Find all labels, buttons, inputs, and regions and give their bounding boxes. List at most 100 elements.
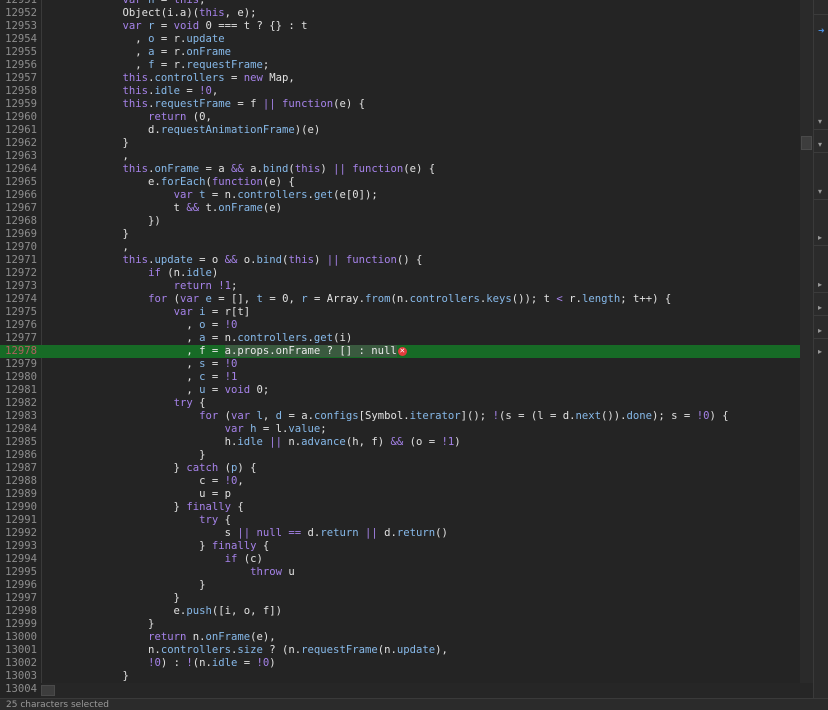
code-line[interactable]: 12993 } finally { — [0, 540, 813, 553]
code-line[interactable]: 12965 e.forEach(function(e) { — [0, 176, 813, 189]
code-line[interactable]: 12975 var i = r[t] — [0, 306, 813, 319]
code-line[interactable]: 12957 this.controllers = new Map, — [0, 72, 813, 85]
code-text[interactable]: this.controllers = new Map, — [46, 72, 295, 85]
code-text[interactable]: , a = n.controllers.get(i) — [46, 332, 352, 345]
code-line[interactable]: 12991 try { — [0, 514, 813, 527]
line-number[interactable]: 13003 — [0, 670, 37, 683]
code-line[interactable]: 12966 var t = n.controllers.get(e[0]); — [0, 189, 813, 202]
chevron-right-icon[interactable]: ▸ — [818, 303, 822, 313]
code-text[interactable]: try { — [46, 397, 206, 410]
code-text[interactable]: , a = r.onFrame — [46, 46, 231, 59]
code-text[interactable]: s || null == d.return || d.return() — [46, 527, 448, 540]
line-number[interactable]: 12978 — [0, 345, 37, 358]
code-text[interactable]: } — [46, 579, 205, 592]
line-number[interactable]: 12956 — [0, 59, 37, 72]
code-line[interactable]: 12992 s || null == d.return || d.return(… — [0, 527, 813, 540]
code-text[interactable]: throw u — [46, 566, 295, 579]
code-text[interactable]: for (var l, d = a.configs[Symbol.iterato… — [46, 410, 729, 423]
code-line[interactable]: 12961 d.requestAnimationFrame)(e) — [0, 124, 813, 137]
code-line[interactable]: 12952 Object(i.a)(this, e); — [0, 7, 813, 20]
code-line[interactable]: 12995 throw u — [0, 566, 813, 579]
chevron-right-icon[interactable]: ▸ — [818, 280, 822, 290]
line-number[interactable]: 12968 — [0, 215, 37, 228]
code-text[interactable]: this.update = o && o.bind(this) || funct… — [46, 254, 423, 267]
code-text[interactable]: var h = l.value; — [46, 423, 327, 436]
code-line[interactable]: 12971 this.update = o && o.bind(this) ||… — [0, 254, 813, 267]
code-text[interactable]: h.idle || n.advance(h, f) && (o = !1) — [46, 436, 461, 449]
code-text[interactable]: return n.onFrame(e), — [46, 631, 276, 644]
chevron-right-icon[interactable]: ▸ — [818, 347, 822, 357]
line-number[interactable]: 13004 — [0, 683, 37, 696]
code-line[interactable]: 12962 } — [0, 137, 813, 150]
line-number[interactable]: 12989 — [0, 488, 37, 501]
vertical-scrollbar-thumb[interactable] — [801, 136, 812, 150]
chevron-down-icon[interactable]: ▾ — [818, 187, 822, 197]
code-text[interactable]: } catch (p) { — [46, 462, 257, 475]
line-number[interactable]: 12952 — [0, 7, 37, 20]
code-line[interactable]: 12988 c = !0, — [0, 475, 813, 488]
code-line[interactable]: 12964 this.onFrame = a && a.bind(this) |… — [0, 163, 813, 176]
chevron-right-icon[interactable]: ▸ — [818, 233, 822, 243]
code-text[interactable]: this.idle = !0, — [46, 85, 219, 98]
code-text[interactable]: var t = n.controllers.get(e[0]); — [46, 189, 378, 202]
line-number[interactable]: 12993 — [0, 540, 37, 553]
code-line[interactable]: 12959 this.requestFrame = f || function(… — [0, 98, 813, 111]
code-text[interactable]: , u = void 0; — [46, 384, 269, 397]
error-icon[interactable]: ✕ — [397, 346, 407, 356]
code-text[interactable]: var r = void 0 === t ? {} : t — [46, 20, 308, 33]
line-number[interactable]: 12996 — [0, 579, 37, 592]
chevron-down-icon[interactable]: ▾ — [818, 117, 822, 127]
vertical-scrollbar[interactable] — [800, 0, 813, 698]
line-number[interactable]: 12966 — [0, 189, 37, 202]
code-text[interactable]: }) — [46, 215, 161, 228]
code-text[interactable]: !0) : !(n.idle = !0) — [46, 657, 276, 670]
current-line[interactable]: 12978 , f = a.props.onFrame ? [] : null ✕ — [0, 345, 813, 358]
code-text[interactable]: return (0, — [46, 111, 212, 124]
breakpoint-arrow-icon[interactable]: ➜ — [818, 26, 825, 36]
line-number[interactable]: 12990 — [0, 501, 37, 514]
code-line[interactable]: 12951 var n = this; — [0, 0, 813, 7]
code-text[interactable]: return !1; — [46, 280, 238, 293]
line-number[interactable]: 12984 — [0, 423, 37, 436]
line-number[interactable]: 12962 — [0, 137, 37, 150]
code-text[interactable]: , — [46, 241, 129, 254]
code-text[interactable]: var n = this; — [46, 0, 206, 7]
code-line[interactable]: 13001 n.controllers.size ? (n.requestFra… — [0, 644, 813, 657]
code-line[interactable]: 12985 h.idle || n.advance(h, f) && (o = … — [0, 436, 813, 449]
line-number[interactable]: 12970 — [0, 241, 37, 254]
line-number[interactable]: 13000 — [0, 631, 37, 644]
line-number[interactable]: 12967 — [0, 202, 37, 215]
code-line[interactable]: 12960 return (0, — [0, 111, 813, 124]
code-line[interactable]: 12979 , s = !0 — [0, 358, 813, 371]
line-number[interactable]: 12988 — [0, 475, 37, 488]
code-text[interactable]: } finally { — [46, 540, 269, 553]
code-line[interactable]: 12970 , — [0, 241, 813, 254]
code-line[interactable]: 12967 t && t.onFrame(e) — [0, 202, 813, 215]
line-number[interactable]: 12987 — [0, 462, 37, 475]
code-line[interactable]: 12987 } catch (p) { — [0, 462, 813, 475]
code-text[interactable]: e.push([i, o, f]) — [46, 605, 282, 618]
line-number[interactable]: 12955 — [0, 46, 37, 59]
code-text[interactable]: } — [46, 449, 205, 462]
code-line[interactable]: 13002 !0) : !(n.idle = !0) — [0, 657, 813, 670]
code-text[interactable]: } finally { — [46, 501, 244, 514]
code-line[interactable]: 12954 , o = r.update — [0, 33, 813, 46]
line-number[interactable]: 12961 — [0, 124, 37, 137]
code-line[interactable]: 12998 e.push([i, o, f]) — [0, 605, 813, 618]
code-line[interactable]: 12953 var r = void 0 === t ? {} : t — [0, 20, 813, 33]
code-line[interactable]: 12963 , — [0, 150, 813, 163]
line-number[interactable]: 12971 — [0, 254, 37, 267]
chevron-down-icon[interactable]: ▾ — [818, 140, 822, 150]
code-line[interactable]: 12999 } — [0, 618, 813, 631]
line-number[interactable]: 12951 — [0, 0, 37, 7]
code-line[interactable]: 12976 , o = !0 — [0, 319, 813, 332]
line-number[interactable]: 12965 — [0, 176, 37, 189]
line-number[interactable]: 12957 — [0, 72, 37, 85]
line-number[interactable]: 12972 — [0, 267, 37, 280]
code-line[interactable]: 12969 } — [0, 228, 813, 241]
horizontal-scrollbar[interactable] — [41, 683, 813, 698]
line-number[interactable]: 12995 — [0, 566, 37, 579]
code-text[interactable]: n.controllers.size ? (n.requestFrame(n.u… — [46, 644, 448, 657]
line-number[interactable]: 12992 — [0, 527, 37, 540]
code-line[interactable]: 12990 } finally { — [0, 501, 813, 514]
